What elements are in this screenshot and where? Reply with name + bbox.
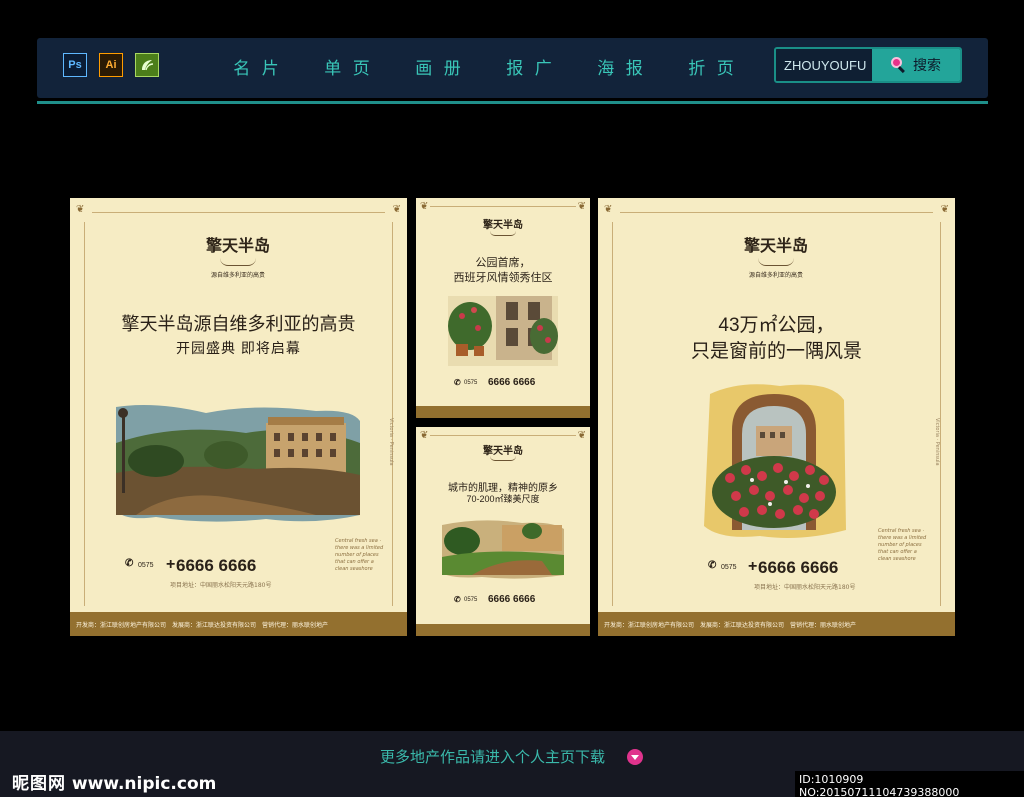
poster-right[interactable]: ❦ ❦ 擎天半岛 源自维多利亚的高贵 43万㎡公园， 只是窗前的一隅风景 Cen… bbox=[598, 198, 955, 636]
poster-footer: 开发商：浙江联创房地产有限公司 发展商：浙江联达投资有限公司 营销代理：丽水联创… bbox=[598, 612, 955, 636]
phone-number: 6666 6666 bbox=[758, 558, 839, 577]
project-address: 项目地址：中国丽水松阳天元路180号 bbox=[754, 584, 856, 591]
flower-balcony-image bbox=[448, 296, 558, 366]
frame-line bbox=[84, 222, 85, 606]
poster-left[interactable]: ❦ ❦ 擎天半岛 源自维多利亚的高贵 擎天半岛源自维多利亚的高贵 开园盛典 即将… bbox=[70, 198, 407, 636]
frame-line bbox=[430, 206, 576, 207]
poster-headline-line-1: 43万㎡公园， bbox=[718, 315, 835, 336]
search-button-label: 搜索 bbox=[913, 58, 941, 74]
area-code: 0575 bbox=[721, 564, 737, 571]
page: Ps Ai 名 片 单 页 画 册 报 广 海 报 折 页 搜索 ❦ ❦ bbox=[0, 0, 1024, 797]
laurel-icon bbox=[220, 258, 256, 266]
search-button[interactable]: 搜索 bbox=[872, 49, 960, 81]
poster-bottom-middle[interactable]: ❦ ❦ 擎天半岛 城市的肌理，精神的原乡 70-200㎡臻美尺度 ✆ 0575 … bbox=[416, 427, 590, 636]
poster-headline-line-2: 70-200㎡臻美尺度 bbox=[466, 494, 540, 504]
chevron-down-icon[interactable] bbox=[627, 749, 643, 765]
coreldraw-icon[interactable] bbox=[135, 53, 159, 77]
corner-ornament-icon: ❦ bbox=[420, 430, 429, 441]
nav-item-poster[interactable]: 海 报 bbox=[576, 54, 667, 79]
decorative-script-text: Central fresh sea · there was a limited … bbox=[335, 538, 384, 572]
poster-headline-line-2: 西班牙风情领秀住区 bbox=[453, 272, 553, 284]
brand-logo: 擎天半岛 bbox=[743, 236, 808, 255]
arched-window-flowers-image bbox=[700, 380, 848, 540]
nav-item-flyer[interactable]: 单 页 bbox=[303, 54, 394, 79]
accent-divider bbox=[37, 101, 988, 104]
phone-number-prefix: + bbox=[748, 558, 758, 575]
watermark-site-name: 昵图网 bbox=[12, 774, 66, 794]
corner-ornament-icon: ❦ bbox=[420, 201, 429, 212]
photoshop-icon[interactable]: Ps bbox=[63, 53, 87, 77]
search-box: 搜索 bbox=[774, 47, 962, 83]
phone-icon: ✆ bbox=[454, 378, 461, 387]
corner-ornament-icon: ❦ bbox=[76, 204, 85, 215]
category-nav: 名 片 单 页 画 册 报 广 海 报 折 页 bbox=[212, 54, 758, 79]
frame-line bbox=[620, 212, 933, 213]
poster-footer bbox=[416, 406, 590, 418]
frame-line bbox=[612, 222, 613, 606]
nav-item-business-card[interactable]: 名 片 bbox=[212, 54, 303, 79]
poster-subhead: 开园盛典 即将启幕 bbox=[176, 340, 301, 356]
decorative-script-text: Central fresh sea · there was a limited … bbox=[878, 528, 927, 562]
nav-item-brochure[interactable]: 画 册 bbox=[394, 54, 485, 79]
corner-ornament-icon: ❦ bbox=[940, 204, 949, 215]
phone-icon: ✆ bbox=[708, 560, 717, 571]
poster-top-middle[interactable]: ❦ ❦ 擎天半岛 公园首席， 西班牙风情领秀住区 ✆ 0575 6666 666… bbox=[416, 198, 590, 418]
frame-line bbox=[430, 435, 576, 436]
phone-number: 6666 6666 bbox=[176, 556, 257, 575]
laurel-icon bbox=[758, 258, 794, 266]
brand-tagline: 源自维多利亚的高贵 bbox=[748, 272, 803, 279]
laurel-icon bbox=[490, 231, 516, 236]
brand-logo: 擎天半岛 bbox=[483, 220, 523, 231]
watermark-url: www.nipic.com bbox=[71, 774, 217, 794]
poster-headline-line-2: 只是窗前的一隅风景 bbox=[690, 341, 862, 362]
phone-number-prefix: + bbox=[166, 556, 176, 573]
area-code: 0575 bbox=[138, 562, 154, 569]
poster-headline-line-1: 公园首席， bbox=[475, 257, 531, 269]
corner-ornament-icon: ❦ bbox=[577, 430, 586, 441]
garden-path-image bbox=[442, 517, 564, 579]
nav-item-newspaper-ad[interactable]: 报 广 bbox=[485, 54, 576, 79]
corner-ornament-icon: ❦ bbox=[577, 201, 586, 212]
frame-line bbox=[392, 222, 393, 606]
corner-ornament-icon: ❦ bbox=[392, 204, 401, 215]
illustrator-icon[interactable]: Ai bbox=[99, 53, 123, 77]
top-navigation-bar: Ps Ai 名 片 单 页 画 册 报 广 海 报 折 页 搜索 bbox=[37, 38, 988, 104]
frame-line bbox=[92, 212, 385, 213]
nav-item-folded-leaflet[interactable]: 折 页 bbox=[667, 54, 758, 79]
search-icon bbox=[891, 57, 907, 74]
phone-icon: ✆ bbox=[454, 595, 461, 604]
brand-tagline: 源自维多利亚的高贵 bbox=[210, 272, 265, 279]
phone-icon: ✆ bbox=[125, 558, 134, 569]
poster-headline: 擎天半岛源自维多利亚的高贵 bbox=[121, 314, 356, 334]
bottom-bar: 更多地产作品请进入个人主页下载 昵图网 www.nipic.com ID:101… bbox=[0, 731, 1024, 797]
phone-number: 6666 6666 bbox=[488, 594, 536, 605]
brand-logo: 擎天半岛 bbox=[483, 446, 523, 457]
corner-ornament-icon: ❦ bbox=[604, 204, 613, 215]
software-icons: Ps Ai bbox=[63, 53, 159, 77]
vertical-caption: Victoria · Peninsula bbox=[388, 418, 394, 466]
laurel-icon bbox=[490, 456, 516, 461]
site-watermark: 昵图网 www.nipic.com bbox=[12, 769, 216, 794]
brand-logo: 擎天半岛 bbox=[205, 236, 270, 255]
search-input[interactable] bbox=[776, 49, 872, 81]
more-works-link[interactable]: 更多地产作品请进入个人主页下载 bbox=[380, 746, 605, 767]
image-id-line: ID:1010909 NO:20150711104739388000 bbox=[795, 771, 1024, 797]
area-code: 0575 bbox=[464, 597, 478, 603]
phone-number: 6666 6666 bbox=[488, 377, 536, 388]
villa-landscape-image bbox=[116, 403, 360, 523]
poster-footer: 开发商：浙江联创房地产有限公司 发展商：浙江联达投资有限公司 营销代理：丽水联创… bbox=[70, 612, 407, 636]
poster-footer bbox=[416, 624, 590, 636]
project-address: 项目地址：中国丽水松阳天元路180号 bbox=[170, 582, 272, 589]
frame-line bbox=[940, 222, 941, 606]
area-code: 0575 bbox=[464, 380, 478, 386]
vertical-caption: Victoria · Peninsula bbox=[934, 418, 940, 466]
